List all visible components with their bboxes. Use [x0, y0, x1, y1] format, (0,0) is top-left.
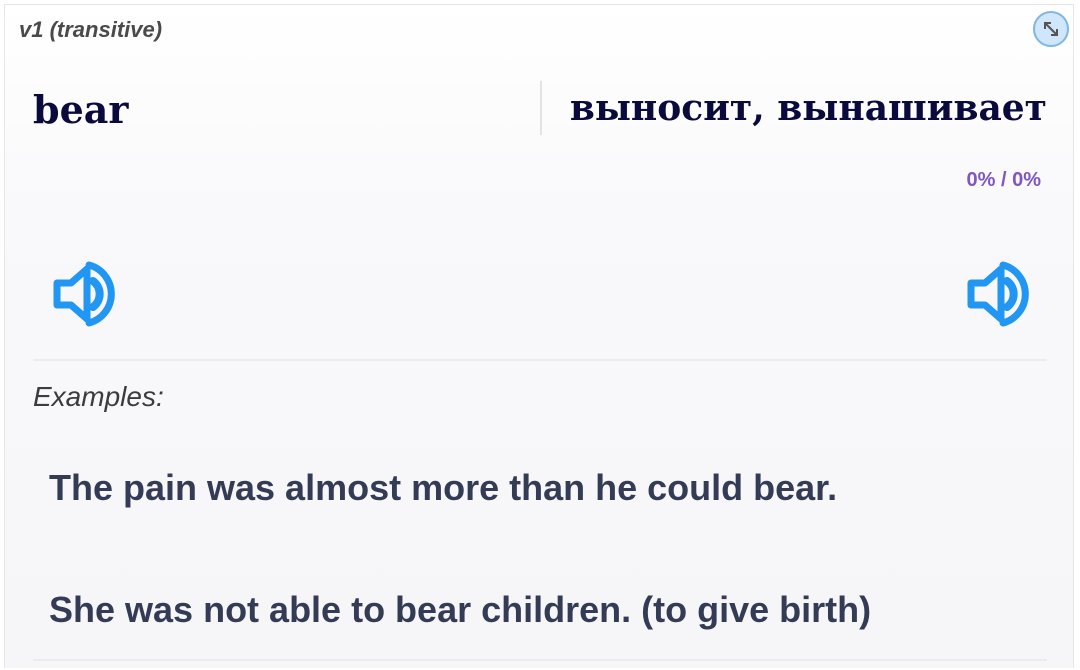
- examples-label: Examples:: [33, 381, 164, 412]
- translation-text: выносит, вынашивает: [569, 87, 1047, 129]
- speaker-icon: [967, 261, 1029, 327]
- speaker-icon: [53, 261, 115, 327]
- expand-arrows-icon: [1044, 22, 1058, 36]
- play-translation-audio-button[interactable]: [963, 259, 1033, 329]
- source-word: bear: [33, 87, 129, 132]
- part-of-speech-label: v1 (transitive): [19, 17, 163, 42]
- section-divider: [33, 359, 1047, 361]
- play-word-audio-button[interactable]: [49, 259, 119, 329]
- example-sentence: The pain was almost more than he could b…: [49, 467, 838, 508]
- progress-text: 0% / 0%: [966, 169, 1041, 191]
- expand-button[interactable]: [1033, 11, 1069, 47]
- column-divider: [540, 81, 542, 135]
- example-sentence: She was not able to bear children. (to g…: [49, 589, 872, 630]
- section-divider: [33, 659, 1047, 661]
- word-card: v1 (transitive) bear выносит, вынашивает…: [4, 4, 1074, 668]
